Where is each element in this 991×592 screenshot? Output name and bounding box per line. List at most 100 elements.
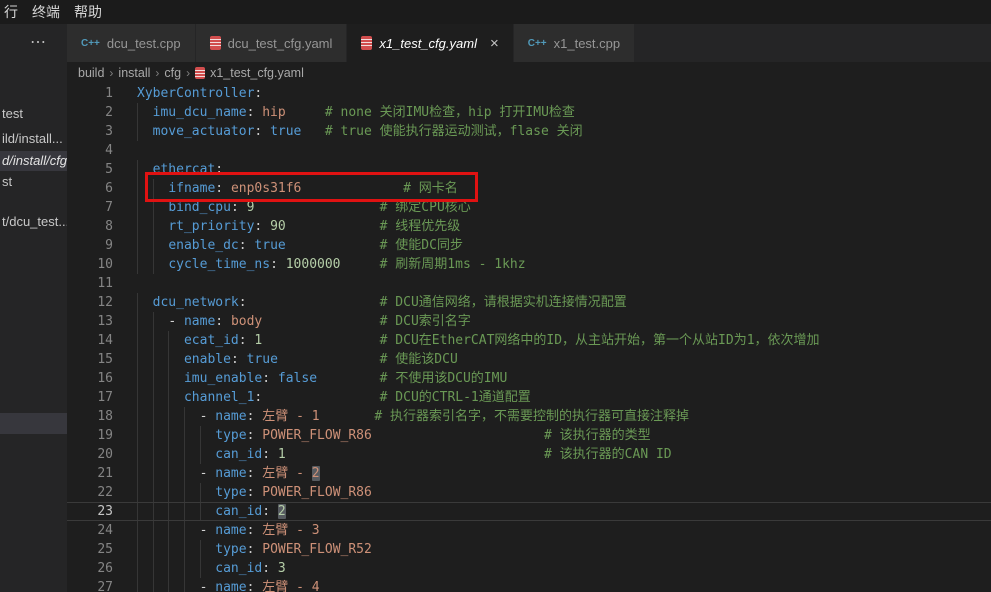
menu-bar: 行 终端 帮助 [0,0,991,24]
code-line[interactable]: 26 can_id: 3 [67,559,991,578]
sidebar-item[interactable]: st [0,172,67,192]
code-text: ifname: enp0s31f6 # 网卡名 [113,179,458,198]
code-line[interactable]: 4 [67,141,991,160]
line-number: 17 [67,388,113,407]
code-line[interactable]: 11 [67,274,991,293]
indent-guide [153,407,154,426]
breadcrumb-file[interactable]: x1_test_cfg.yaml [210,66,304,80]
tab-dcu-test-cfg-yaml[interactable]: dcu_test_cfg.yaml [196,24,348,62]
code-line[interactable]: 27 - name: 左臂 - 4 [67,578,991,592]
code-line[interactable]: 3 move_actuator: true # true 使能执行器运动测试，f… [67,122,991,141]
line-number: 20 [67,445,113,464]
menu-item-run[interactable]: 行 [2,0,26,24]
indent-guide [153,369,154,388]
line-number: 18 [67,407,113,426]
indent-guide [137,198,138,217]
indent-guide [137,464,138,483]
vscode-window: 行 终端 帮助 ⋯ test ild/install... d/install/… [0,0,991,592]
line-number: 23 [67,503,113,520]
yaml-file-icon [195,67,205,79]
code-line[interactable]: 10 cycle_time_ns: 1000000 # 刷新周期1ms - 1k… [67,255,991,274]
code-line[interactable]: 12 dcu_network: # DCU通信网络，请根据实机连接情况配置 [67,293,991,312]
sidebar-highlight-row[interactable] [0,413,67,434]
tab-x1-test-cfg-yaml[interactable]: x1_test_cfg.yaml × [347,24,513,62]
indent-guide [137,103,138,122]
indent-guide [153,388,154,407]
indent-guide [168,464,169,483]
code-line[interactable]: 1XyberController: [67,84,991,103]
code-line[interactable]: 24 - name: 左臂 - 3 [67,521,991,540]
code-line[interactable]: 25 type: POWER_FLOW_R52 [67,540,991,559]
menu-item-help[interactable]: 帮助 [72,0,110,24]
menu-item-terminal[interactable]: 终端 [30,0,68,24]
editor[interactable]: 1XyberController:2 imu_dcu_name: hip # n… [67,84,991,592]
more-actions-icon[interactable]: ⋯ [30,32,47,52]
code-line[interactable]: 19 type: POWER_FLOW_R86 # 该执行器的类型 [67,426,991,445]
code-line[interactable]: 8 rt_priority: 90 # 线程优先级 [67,217,991,236]
indent-guide [137,503,138,520]
breadcrumb-segment[interactable]: cfg [164,66,181,80]
sidebar-item[interactable]: ild/install... [0,129,67,149]
indent-guide [184,483,185,502]
code-line[interactable]: 22 type: POWER_FLOW_R86 [67,483,991,502]
tab-close-icon[interactable]: × [490,35,499,52]
indent-guide [184,578,185,592]
line-number: 15 [67,350,113,369]
indent-guide [137,217,138,236]
sidebar-item[interactable]: t/dcu_test... [0,212,67,232]
breadcrumb-segment[interactable]: build [78,66,104,80]
tab-bar: C++ dcu_test.cpp dcu_test_cfg.yaml x1_te… [67,24,991,62]
code-line[interactable]: 13 - name: body # DCU索引名字 [67,312,991,331]
indent-guide [153,236,154,255]
indent-guide [200,540,201,559]
code-line[interactable]: 7 bind_cpu: 9 # 绑定CPU核心 [67,198,991,217]
code-line[interactable]: 5 ethercat: [67,160,991,179]
indent-guide [153,312,154,331]
line-number: 9 [67,236,113,255]
indent-guide [153,350,154,369]
indent-guide [200,559,201,578]
code-line[interactable]: 21 - name: 左臂 - 2 [67,464,991,483]
code-line[interactable]: 23 can_id: 2 [67,502,991,521]
line-number: 10 [67,255,113,274]
breadcrumb-segment[interactable]: install [118,66,150,80]
indent-guide [137,578,138,592]
breadcrumb: build › install › cfg › x1_test_cfg.yaml [67,62,991,84]
code-text: move_actuator: true # true 使能执行器运动测试，fla… [113,122,583,141]
indent-guide [137,236,138,255]
code-line[interactable]: 18 - name: 左臂 - 1 # 执行器索引名字，不需要控制的执行器可直接… [67,407,991,426]
code-text: - name: 左臂 - 2 [113,464,320,483]
indent-guide [153,217,154,236]
code-text: bind_cpu: 9 # 绑定CPU核心 [113,198,471,217]
indent-guide [137,350,138,369]
tab-label: dcu_test_cfg.yaml [228,36,333,51]
indent-guide [168,559,169,578]
indent-guide [184,559,185,578]
sidebar-item-selected[interactable]: d/install/cfg [0,151,67,171]
chevron-right-icon: › [186,66,190,80]
code-line[interactable]: 20 can_id: 1 # 该执行器的CAN ID [67,445,991,464]
code-line[interactable]: 6 ifname: enp0s31f6 # 网卡名 [67,179,991,198]
indent-guide [153,198,154,217]
indent-guide [168,578,169,592]
indent-guide [137,388,138,407]
line-number: 27 [67,578,113,592]
tab-dcu-test-cpp[interactable]: C++ dcu_test.cpp [67,24,196,62]
code-line[interactable]: 16 imu_enable: false # 不使用该DCU的IMU [67,369,991,388]
code-line[interactable]: 9 enable_dc: true # 使能DC同步 [67,236,991,255]
line-number: 6 [67,179,113,198]
indent-guide [153,503,154,520]
code-text: type: POWER_FLOW_R86 # 该执行器的类型 [113,426,651,445]
code-line[interactable]: 15 enable: true # 使能该DCU [67,350,991,369]
sidebar-item[interactable]: test [0,104,67,124]
yaml-file-icon [361,36,372,50]
code-line[interactable]: 2 imu_dcu_name: hip # none 关闭IMU检查，hip 打… [67,103,991,122]
indent-guide [200,445,201,464]
code-line[interactable]: 17 channel_1: # DCU的CTRL-1通道配置 [67,388,991,407]
tab-label: x1_test.cpp [554,36,621,51]
sidebar: ⋯ test ild/install... d/install/cfg st t… [0,24,67,592]
indent-guide [200,426,201,445]
tab-x1-test-cpp[interactable]: C++ x1_test.cpp [514,24,635,62]
code-line[interactable]: 14 ecat_id: 1 # DCU在EtherCAT网络中的ID，从主站开始… [67,331,991,350]
code-text: ecat_id: 1 # DCU在EtherCAT网络中的ID，从主站开始，第一… [113,331,820,350]
